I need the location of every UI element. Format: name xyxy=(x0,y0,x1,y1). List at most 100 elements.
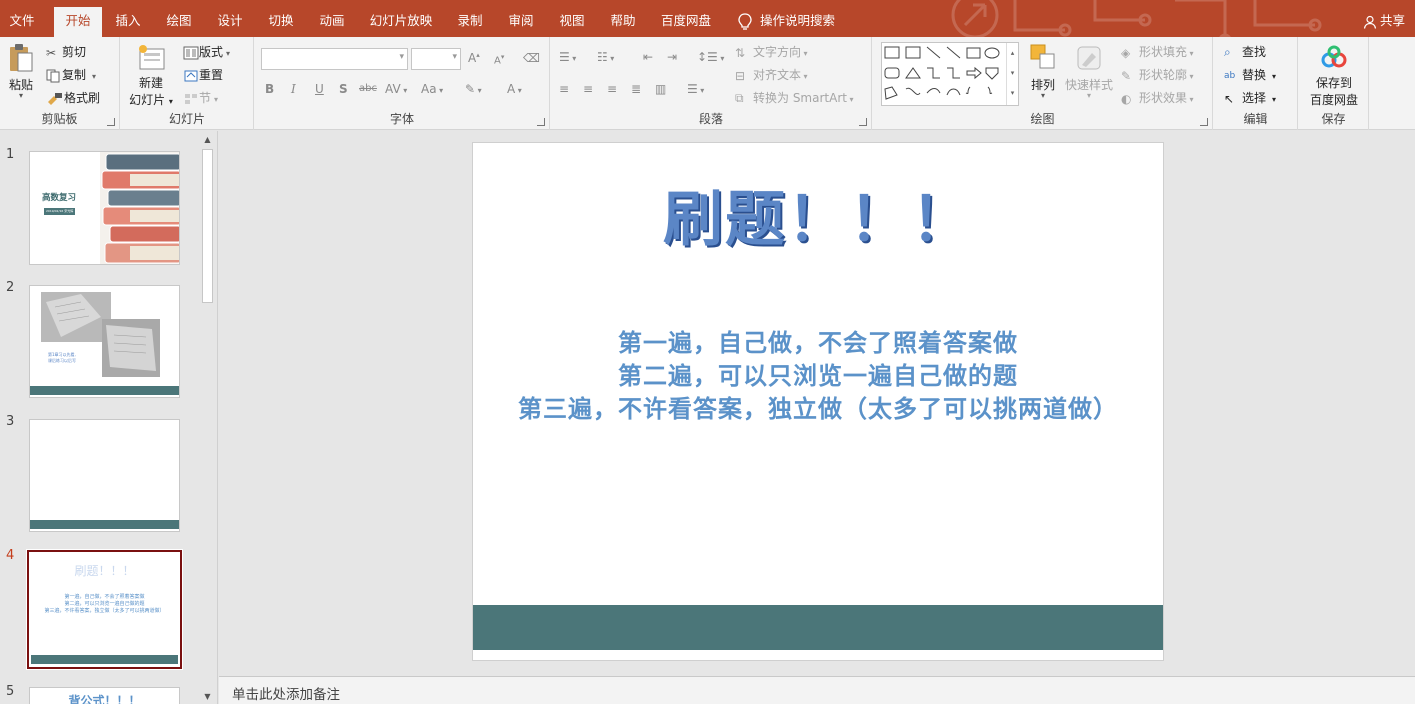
shrink-font-icon[interactable]: A▾ xyxy=(494,53,504,66)
slide-thumbnail-2[interactable]: 第1章习以先看, 课后练习以后写 xyxy=(29,285,180,398)
align-center-icon[interactable]: ≡ xyxy=(583,82,593,96)
slide-thumbnail-4[interactable]: 刷题！！！ 第一遍，自己做，不会了照着答案做 第二遍，可以只浏览一遍自己做的题 … xyxy=(26,549,183,670)
slide-number: 5 xyxy=(6,684,15,699)
tab-design[interactable]: 设计 xyxy=(208,7,252,37)
increase-indent-icon[interactable]: ⇥ xyxy=(667,50,677,64)
brush-icon xyxy=(48,92,62,105)
paste-button[interactable]: 粘贴 ▾ xyxy=(6,43,36,100)
tab-home[interactable]: 开始 xyxy=(54,7,102,37)
paint-bucket-icon: ◈ xyxy=(1121,45,1131,60)
tell-me-search[interactable]: 操作说明搜索 xyxy=(738,7,835,35)
tab-view[interactable]: 视图 xyxy=(550,7,594,37)
distributed-icon[interactable]: ▥ xyxy=(655,82,666,96)
shape-effects-button[interactable]: ◐ 形状效果 ▾ xyxy=(1121,89,1194,106)
current-slide[interactable]: 刷题！！！ 第一遍，自己做，不会了照着答案做 第二遍，可以只浏览一遍自己做的题 … xyxy=(472,142,1164,661)
align-right-icon[interactable]: ≡ xyxy=(607,82,617,96)
bullets-icon[interactable]: ☰ ▾ xyxy=(559,50,576,64)
tab-help[interactable]: 帮助 xyxy=(601,7,645,37)
tab-file[interactable]: 文件 xyxy=(0,7,44,37)
line-spacing-icon[interactable]: ↕☰ ▾ xyxy=(697,50,724,64)
shape-fill-button[interactable]: ◈ 形状填充 ▾ xyxy=(1121,43,1194,60)
section-button[interactable]: 节 ▾ xyxy=(183,89,218,106)
layout-button[interactable]: 版式 ▾ xyxy=(183,43,230,60)
slide-body-line-1[interactable]: 第一遍，自己做，不会了照着答案做 xyxy=(473,323,1163,358)
shape-outline-label: 形状轮廓 xyxy=(1139,68,1188,82)
bold-icon[interactable]: B xyxy=(265,82,274,96)
slide-thumbnail-3[interactable] xyxy=(29,419,180,532)
shadow-icon[interactable]: S xyxy=(339,82,348,96)
notes-pane[interactable]: 单击此处添加备注 xyxy=(219,676,1415,704)
drawing-launcher[interactable] xyxy=(1200,118,1208,126)
clipboard-launcher[interactable] xyxy=(107,118,115,126)
format-painter-button[interactable]: 格式刷 xyxy=(46,89,100,106)
columns-icon[interactable]: ☰ ▾ xyxy=(687,82,704,96)
slide-title[interactable]: 刷题！！！ xyxy=(473,171,1163,258)
replace-icon: ab xyxy=(1224,70,1236,81)
editing-label: 编辑 xyxy=(1243,112,1268,126)
drawing-label: 绘图 xyxy=(1030,112,1055,126)
find-button[interactable]: ⌕ 查找 xyxy=(1224,43,1266,60)
char-spacing-icon[interactable]: AV ▾ xyxy=(385,82,407,96)
smartart-icon: ⧉ xyxy=(735,91,744,105)
copy-button[interactable]: 复制 ▾ xyxy=(46,66,96,83)
grow-font-icon[interactable]: A▴ xyxy=(468,51,480,65)
thumbnail-scrollbar[interactable]: ▲ ▼ xyxy=(200,133,215,704)
person-icon xyxy=(1363,15,1377,29)
new-slide-label-1: 新建 xyxy=(138,76,163,90)
share-button[interactable]: 共享 xyxy=(1363,7,1405,35)
align-left-icon[interactable]: ≡ xyxy=(559,82,569,96)
font-size-combo[interactable] xyxy=(411,48,461,70)
tab-draw[interactable]: 绘图 xyxy=(157,7,201,37)
tab-slideshow[interactable]: 幻灯片放映 xyxy=(362,7,440,37)
slide-thumbnail-1[interactable]: 高数复习 2019/02/16 宋光辉 xyxy=(29,151,180,265)
slide-thumbnail-5[interactable]: 背公式！！！ xyxy=(29,687,180,704)
change-case-icon[interactable]: Aa ▾ xyxy=(421,82,443,96)
new-slide-button[interactable]: 新建 幻灯片 ▾ xyxy=(127,43,175,108)
copy-label: 复制 xyxy=(62,68,87,82)
strikethrough-icon[interactable]: abc xyxy=(359,83,377,94)
text-direction-button[interactable]: ⇅ 文字方向 ▾ xyxy=(735,43,808,60)
highlight-icon[interactable]: ✎ ▾ xyxy=(465,82,482,96)
paragraph-launcher[interactable] xyxy=(859,118,867,126)
copy-icon xyxy=(46,69,60,82)
shape-outline-button[interactable]: ✎ 形状轮廓 ▾ xyxy=(1121,66,1194,83)
thumb-line-2: 第二遍，可以只浏览一遍自己做的题 xyxy=(64,601,145,607)
cut-button[interactable]: ✂ 剪切 xyxy=(46,43,86,60)
shapes-gallery[interactable]: ▴ ▾ ▾ xyxy=(881,42,1019,106)
decrease-indent-icon[interactable]: ⇤ xyxy=(643,50,653,64)
replace-button[interactable]: ab 替换 ▾ xyxy=(1224,66,1276,83)
slide-body-line-3[interactable]: 第三遍，不许看答案，独立做（太多了可以挑两道做） xyxy=(473,389,1163,424)
font-label: 字体 xyxy=(389,112,414,126)
select-button[interactable]: ↖ 选择 ▾ xyxy=(1224,89,1276,106)
tab-transitions[interactable]: 切换 xyxy=(259,7,303,37)
font-name-combo[interactable] xyxy=(261,48,408,70)
shape-fill-label: 形状填充 xyxy=(1139,45,1188,59)
search-icon: ⌕ xyxy=(1224,45,1231,59)
quick-styles-button[interactable]: 快速样式 ▾ xyxy=(1063,43,1115,100)
reset-button[interactable]: 重置 xyxy=(183,66,223,83)
slide-number: 4 xyxy=(6,548,15,563)
tab-record[interactable]: 录制 xyxy=(448,7,492,37)
slide-body-line-2[interactable]: 第二遍，可以只浏览一遍自己做的题 xyxy=(473,356,1163,391)
underline-icon[interactable]: U xyxy=(315,82,324,96)
scroll-down-icon[interactable]: ▼ xyxy=(200,690,215,704)
numbering-icon[interactable]: ☷ ▾ xyxy=(597,50,614,64)
font-color-icon[interactable]: A ▾ xyxy=(507,82,522,96)
tab-animations[interactable]: 动画 xyxy=(310,7,354,37)
align-text-button[interactable]: ⊟ 对齐文本 ▾ xyxy=(735,66,808,83)
tab-baidu-netdisk[interactable]: 百度网盘 xyxy=(655,7,717,37)
baidu-cloud-icon xyxy=(1321,45,1347,68)
tab-insert[interactable]: 插入 xyxy=(106,7,150,37)
scroll-up-icon[interactable]: ▲ xyxy=(200,133,215,147)
arrange-button[interactable]: 排列 ▾ xyxy=(1025,43,1061,100)
tab-review[interactable]: 审阅 xyxy=(499,7,543,37)
scrollbar-thumb[interactable] xyxy=(202,149,213,303)
justify-icon[interactable]: ≣ xyxy=(631,82,641,96)
clear-format-icon[interactable]: ⌫ xyxy=(523,51,540,65)
font-launcher[interactable] xyxy=(537,118,545,126)
thumb-band xyxy=(31,655,178,664)
gallery-scroll[interactable]: ▴ ▾ ▾ xyxy=(1006,43,1018,105)
save-to-netdisk-button[interactable]: 保存到 百度网盘 xyxy=(1305,45,1363,108)
convert-smartart-button[interactable]: ⧉ 转换为 SmartArt ▾ xyxy=(735,89,854,106)
italic-icon[interactable]: I xyxy=(291,82,296,96)
